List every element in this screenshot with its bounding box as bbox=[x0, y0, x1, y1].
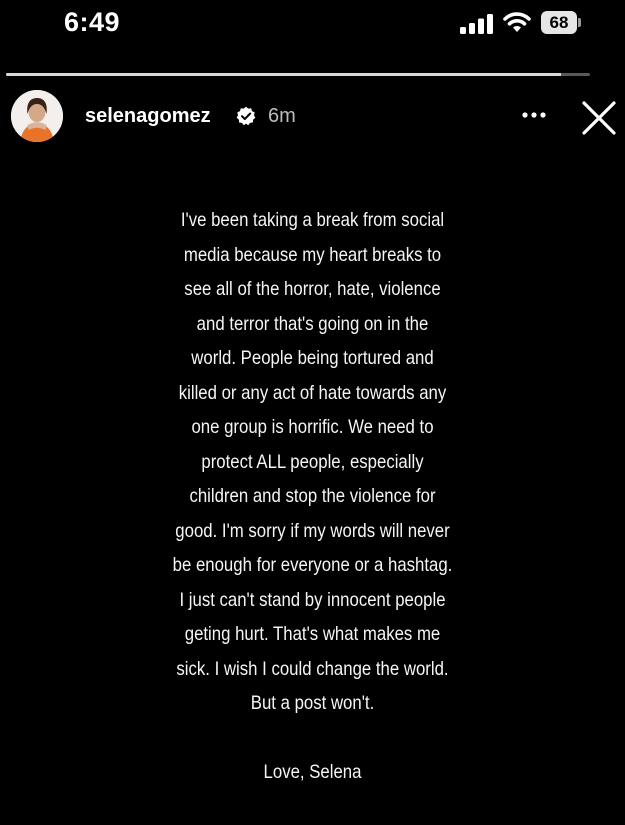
username[interactable]: selenagomez bbox=[85, 105, 211, 128]
profile-avatar[interactable] bbox=[11, 90, 63, 142]
story-progress-bar bbox=[6, 73, 590, 76]
battery-icon: 68 bbox=[541, 11, 577, 34]
battery-tip bbox=[578, 18, 581, 27]
story-line: protect ALL people, especially bbox=[201, 450, 424, 473]
story-content[interactable]: I've been taking a break from social medi… bbox=[0, 150, 625, 825]
story-line: children and stop the violence for bbox=[189, 485, 436, 507]
story-line: geting hurt. That's what makes me bbox=[184, 623, 441, 645]
story-line: But a post won't. bbox=[250, 692, 375, 714]
story-line: be enough for everyone or a hashtag. bbox=[172, 554, 453, 576]
story-timestamp: 6m bbox=[268, 105, 296, 127]
story-line: sick. I wish I could change the world. bbox=[176, 657, 449, 680]
story-line: see all of the horror, hate, violence bbox=[184, 278, 441, 300]
story-line: Love, Selena bbox=[263, 761, 362, 783]
story-line: I just can't stand by innocent people bbox=[179, 588, 446, 611]
story-text: I've been taking a break from social medi… bbox=[151, 203, 474, 790]
story-line: media because my heart breaks to bbox=[183, 243, 442, 266]
story-progress-fill bbox=[6, 73, 561, 76]
story-line: good. I'm sorry if my words will never bbox=[175, 519, 450, 542]
story-line-spacer bbox=[151, 721, 474, 756]
story-line: one group is horrific. We need to bbox=[191, 416, 434, 438]
signal-icon bbox=[460, 14, 493, 34]
verified-badge-icon bbox=[236, 106, 256, 126]
story-line: world. People being tortured and bbox=[191, 347, 434, 369]
story-line: killed or any act of hate towards any bbox=[178, 381, 447, 404]
story-line: I've been taking a break from social bbox=[180, 209, 445, 231]
story-header: selenagomez 6m bbox=[0, 85, 625, 147]
status-bar: 6:49 68 bbox=[0, 0, 625, 56]
status-time: 6:49 bbox=[64, 7, 121, 37]
story-line: and terror that's going on in the bbox=[196, 312, 429, 335]
avatar-photo-icon bbox=[11, 90, 63, 142]
close-icon[interactable] bbox=[578, 97, 620, 139]
more-options-icon[interactable] bbox=[516, 103, 552, 127]
wifi-icon bbox=[503, 12, 531, 32]
